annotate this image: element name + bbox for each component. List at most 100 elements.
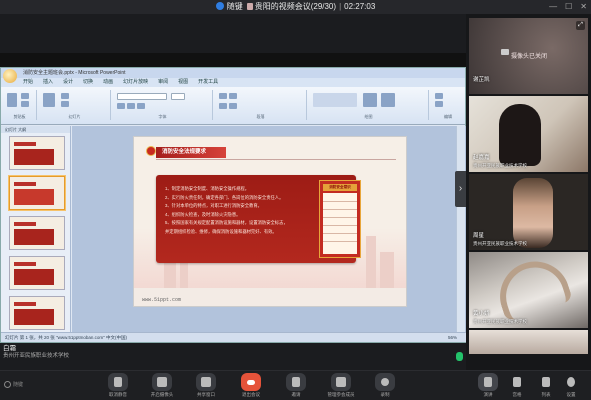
underline-icon[interactable] xyxy=(137,103,145,109)
slide-line: 4、组织防火检查，及时消除火灾隐患。 xyxy=(165,211,241,217)
ppt-tab-insert[interactable]: 插入 xyxy=(43,78,53,87)
ribbon-group-editing: 编辑 xyxy=(431,90,465,120)
thumbnail-panel-tabs[interactable]: 幻灯片 大纲 xyxy=(1,126,70,133)
shared-screen-area: 消防安全主题班会.pptx - Microsoft PowerPoint 开始 … xyxy=(0,14,467,343)
bold-icon[interactable] xyxy=(117,103,125,109)
slide-thumbnail[interactable] xyxy=(9,216,65,250)
ppt-tab-animations[interactable]: 动画 xyxy=(103,78,113,87)
share-window-label: 共享窗口 xyxy=(197,392,215,397)
self-view-org: 贵州开亚民族职业技术学校 xyxy=(3,353,70,359)
numbering-icon[interactable] xyxy=(229,93,237,99)
video-subject xyxy=(499,104,541,166)
participant-tile[interactable]: 周星 贵州开亚民族职业技术学校 xyxy=(469,174,588,250)
slide-thumbnail-selected[interactable] xyxy=(9,176,65,210)
participant-tile[interactable]: 黄小娇 贵州开亚民族职业技术学校 xyxy=(469,252,588,328)
zoom-level[interactable]: 56% xyxy=(448,333,457,343)
font-name-box[interactable] xyxy=(117,93,167,100)
current-slide[interactable]: www.51ppt.com 消防安全法规要求 1、制定消防安全制度、消防安全操作… xyxy=(133,136,407,307)
ribbon-group-label: 剪贴板 xyxy=(13,114,26,119)
participant-tile[interactable]: 赵嘉嘉 贵州开亚民族职业技术学校 xyxy=(469,96,588,172)
ribbon-group-font: 字体 xyxy=(113,90,213,120)
ppt-ribbon: 剪贴板 幻灯片 字体 段落 绘图 编辑 xyxy=(1,87,465,125)
slide-thumbnail[interactable] xyxy=(9,296,65,330)
slide-line: 5、按照国家有关规定配置消防设施和器材，设置消防安全标志， xyxy=(165,220,288,225)
share-window-button[interactable]: 共享窗口 xyxy=(181,373,231,398)
share-screen-icon xyxy=(196,373,216,391)
side-card-body xyxy=(323,193,357,254)
participant-org: 贵州开亚民族职业技术学校 xyxy=(473,319,527,324)
start-video-label: 开启摄像头 xyxy=(150,392,174,397)
copy-icon[interactable] xyxy=(21,101,29,107)
building-shape xyxy=(380,252,394,288)
side-card-title: 消防安全常识 xyxy=(323,184,357,191)
align-center-icon[interactable] xyxy=(229,103,237,109)
font-size-box[interactable] xyxy=(171,93,185,100)
align-left-icon[interactable] xyxy=(219,103,227,109)
side-card-line xyxy=(323,233,357,234)
shield-icon xyxy=(215,2,224,10)
ppt-tab-review[interactable]: 审阅 xyxy=(158,78,168,87)
leave-meeting-label: 退出会议 xyxy=(242,392,260,397)
ribbon-group-paragraph: 段落 xyxy=(215,90,307,120)
slide-editor: www.51ppt.com 消防安全法规要求 1、制定消防安全制度、消防安全操作… xyxy=(72,126,467,334)
invite-label: 邀请 xyxy=(291,392,301,397)
slide-line: 2、实行防火责任制，确定各部门、各岗位的消防安全责任人。 xyxy=(165,194,284,200)
ribbon-group-label: 绘图 xyxy=(364,114,373,119)
camera-icon xyxy=(152,373,172,391)
participant-name: 周星 xyxy=(473,233,485,239)
video-subject xyxy=(513,178,553,248)
side-card-line xyxy=(323,209,357,210)
ppt-ribbon-tabs: 开始 插入 设计 切换 动画 幻灯片放映 审阅 视图 开发工具 xyxy=(1,78,465,87)
settings-button[interactable]: 设置 xyxy=(551,373,591,398)
participant-name: 黄小娇 xyxy=(473,311,490,317)
bullets-icon[interactable] xyxy=(219,93,227,99)
layout-icon[interactable] xyxy=(61,93,69,99)
window-title-bar: 随键 贵阳的视频会议(29/30) | 02:27:03 — ☐ ✕ xyxy=(0,0,591,14)
pin-icon[interactable]: ⤢ xyxy=(576,21,585,30)
ppt-tab-view[interactable]: 视图 xyxy=(178,78,188,87)
ppt-tab-developer[interactable]: 开发工具 xyxy=(198,78,218,87)
expand-sidebar-icon[interactable]: › xyxy=(455,171,466,207)
paste-icon[interactable] xyxy=(7,93,17,107)
replace-icon[interactable] xyxy=(435,101,443,107)
quick-styles-icon[interactable] xyxy=(381,93,395,107)
participant-tile[interactable]: 摄像头已关闭 谢芷凯 ⤢ xyxy=(469,18,588,94)
slide-thumbnail[interactable] xyxy=(9,136,65,170)
ppt-tab-slideshow[interactable]: 幻灯片放映 xyxy=(123,78,148,87)
microphone-icon xyxy=(108,373,128,391)
cut-icon[interactable] xyxy=(21,93,29,99)
leave-meeting-button[interactable]: 退出会议 xyxy=(226,373,276,398)
slide-line: 并定期组织检验、维修，确保消防设施和器材完好、有效。 xyxy=(165,228,277,234)
app-name: 随键 xyxy=(226,2,243,11)
participant-org: 贵州开亚民族职业技术学校 xyxy=(473,241,527,246)
manage-participants-button[interactable]: 管理参会成员 xyxy=(316,373,366,398)
minimize-icon[interactable]: — xyxy=(549,0,557,14)
ppt-tab-transitions[interactable]: 切换 xyxy=(83,78,93,87)
maximize-icon[interactable]: ☐ xyxy=(565,0,572,14)
participant-name: 谢芷凯 xyxy=(473,77,490,83)
side-card-line xyxy=(323,225,357,226)
find-icon[interactable] xyxy=(435,93,443,99)
video-subject xyxy=(490,252,574,322)
side-card-line xyxy=(323,201,357,202)
camera-off-icon xyxy=(501,49,509,55)
new-slide-icon[interactable] xyxy=(43,93,55,107)
arrange-icon[interactable] xyxy=(363,93,377,107)
italic-icon[interactable] xyxy=(127,103,135,109)
unmute-button[interactable]: 取消静音 xyxy=(93,373,143,398)
slide-thumbnail[interactable] xyxy=(9,256,65,290)
vertical-scrollbar[interactable] xyxy=(456,126,465,334)
ppt-tab-home[interactable]: 开始 xyxy=(23,78,33,87)
reset-icon[interactable] xyxy=(61,101,69,107)
ppt-tab-design[interactable]: 设计 xyxy=(63,78,73,87)
unmute-label: 取消静音 xyxy=(109,392,127,397)
start-video-button[interactable]: 开启摄像头 xyxy=(137,373,187,398)
participant-tile[interactable] xyxy=(469,330,588,354)
ribbon-group-slides: 幻灯片 xyxy=(39,90,111,120)
close-icon[interactable]: ✕ xyxy=(580,0,587,14)
office-button-icon[interactable] xyxy=(3,69,17,83)
shapes-gallery[interactable] xyxy=(313,93,357,107)
record-button[interactable]: 录制 xyxy=(360,373,410,398)
invite-button[interactable]: 邀请 xyxy=(271,373,321,398)
lock-icon xyxy=(246,3,253,10)
